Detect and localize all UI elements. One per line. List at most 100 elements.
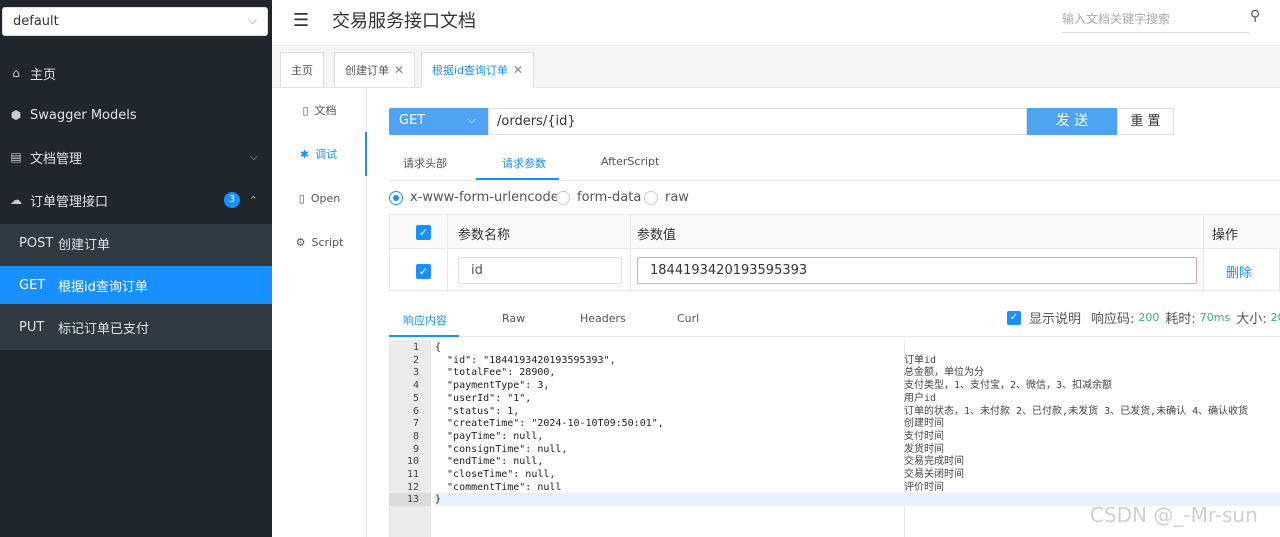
- sidebar-item-order-api[interactable]: ☁ 订单管理接口 3 ⌃: [0, 179, 272, 221]
- watermark: CSDN @_-Mr-sun: [1090, 503, 1258, 527]
- sidebar-item-label: 订单管理接口: [30, 194, 109, 210]
- header-param-name: 参数名称: [458, 228, 511, 243]
- nav-open[interactable]: ▯ Open: [272, 176, 367, 220]
- count-badge: 3: [224, 192, 240, 208]
- sidebar-item-swagger-models[interactable]: ⬢ Swagger Models: [0, 94, 272, 136]
- tab-after-script[interactable]: AfterScript: [601, 155, 659, 168]
- radio-dot: [389, 190, 403, 205]
- elapsed-time: 70ms: [1199, 311, 1231, 324]
- delete-link[interactable]: 删除: [1226, 262, 1252, 281]
- open-file-icon: ▯: [298, 191, 305, 205]
- menu-fold-icon[interactable]: ☰: [293, 10, 309, 31]
- show-desc-label: 显示说明: [1029, 312, 1082, 327]
- field-comment: 订单id: [904, 354, 937, 366]
- chevron-down-icon: ⌵: [247, 13, 257, 27]
- reset-button[interactable]: 重 置: [1117, 108, 1174, 135]
- nav-doc[interactable]: ▯ 文档: [272, 88, 367, 132]
- line-number: 5: [412, 392, 419, 404]
- tab-response-content[interactable]: 响应内容: [403, 312, 447, 328]
- radio-dot: [556, 190, 570, 205]
- size-label: 大小:: [1236, 312, 1267, 327]
- line-number: 3: [412, 367, 419, 379]
- tab-raw[interactable]: Raw: [502, 312, 525, 325]
- api-item-get-order[interactable]: GET 根据id查询订单: [0, 266, 272, 304]
- close-icon[interactable]: ✕: [513, 63, 523, 77]
- status-code: 200: [1138, 311, 1160, 324]
- param-name-input[interactable]: id: [458, 257, 622, 284]
- field-comment: 交易关闭时间: [904, 469, 964, 480]
- nav-script[interactable]: ⚙ Script: [272, 220, 367, 264]
- nav-debug[interactable]: ✱ 调试: [272, 132, 367, 176]
- radio-urlencoded[interactable]: x-www-form-urlencoded: [389, 190, 567, 205]
- line-number: 4: [412, 380, 419, 392]
- sidebar: default ⌵ ⌂ 主页 ⬢ Swagger Models ▤ 文档管理 ⌵…: [0, 0, 272, 537]
- field-comment: 交易完成时间: [904, 456, 964, 468]
- search-icon[interactable]: ⚲: [1250, 8, 1260, 24]
- field-comment: 评价时间: [904, 481, 944, 493]
- tab-home[interactable]: 主页: [280, 52, 324, 88]
- param-value-input[interactable]: 1844193420193595393: [637, 257, 1197, 284]
- header-operation: 操作: [1212, 228, 1239, 243]
- group-select[interactable]: default ⌵: [2, 7, 268, 36]
- api-method: PUT: [19, 319, 45, 335]
- url-input[interactable]: /orders/{id}: [488, 108, 1027, 135]
- response-size: 205: [1270, 311, 1280, 324]
- api-item-create-order[interactable]: POST 创建订单: [0, 224, 272, 262]
- tab-request-params[interactable]: 请求参数: [502, 155, 546, 171]
- radio-form-data[interactable]: form-data: [556, 190, 641, 205]
- close-icon[interactable]: ✕: [394, 63, 404, 77]
- select-all-checkbox[interactable]: ✓: [416, 225, 431, 240]
- line-number: 1: [412, 342, 419, 353]
- doc-icon: ▤: [10, 150, 22, 164]
- tab-bar: 主页 创建订单 ✕ 根据id查询订单 ✕: [272, 47, 1280, 88]
- api-method: GET: [19, 277, 46, 293]
- top-header: ☰ 交易服务接口文档 输入文档关键字搜索 ⚲: [272, 0, 1280, 46]
- show-desc-checkbox[interactable]: ✓: [1007, 310, 1021, 325]
- sidebar-item-label: 主页: [30, 67, 57, 83]
- request-tabs: 请求头部 请求参数 AfterScript: [389, 145, 1280, 181]
- field-comment: 总金额，单位为分: [904, 367, 984, 379]
- method-select[interactable]: GET ⌵: [389, 108, 488, 135]
- header-param-value: 参数值: [637, 228, 677, 243]
- line-number: 6: [412, 405, 419, 417]
- active-tab-indicator: [389, 335, 459, 337]
- params-table: ✓ 参数名称 参数值 操作 ✓ id 1844193420193595393 删…: [389, 214, 1280, 292]
- table-header: [390, 215, 1280, 249]
- api-item-mark-paid[interactable]: PUT 标记订单已支付: [0, 308, 272, 346]
- api-title: 创建订单: [58, 237, 111, 253]
- nav-label: Open: [310, 191, 341, 205]
- api-method: POST: [19, 235, 54, 251]
- sidebar-item-doc-manage[interactable]: ▤ 文档管理 ⌵: [0, 136, 272, 178]
- field-comment: 用户id: [904, 392, 937, 404]
- radio-raw[interactable]: raw: [644, 190, 689, 205]
- tab-curl[interactable]: Curl: [677, 312, 699, 325]
- body-type-radios: x-www-form-urlencoded form-data raw: [389, 190, 1280, 208]
- row-checkbox[interactable]: ✓: [416, 264, 431, 279]
- line-number: 9: [412, 443, 419, 455]
- line-number: 10: [406, 456, 419, 468]
- column-divider: [630, 215, 631, 292]
- tab-label: 主页: [291, 64, 313, 77]
- field-comment: 订单的状态，1、未付款 2、已付款,未发货 3、已发货,未确认 4、确认收货: [904, 405, 1249, 417]
- sidebar-item-label: Swagger Models: [30, 107, 137, 123]
- tab-create-order[interactable]: 创建订单 ✕: [334, 52, 416, 88]
- api-list: POST 创建订单 GET 根据id查询订单 PUT 标记订单已支付: [0, 224, 272, 350]
- page-title: 交易服务接口文档: [332, 11, 476, 32]
- time-label: 耗时:: [1165, 312, 1196, 327]
- file-icon: ▯: [302, 103, 309, 117]
- search-input[interactable]: 输入文档关键字搜索: [1062, 6, 1249, 33]
- tab-label: 创建订单: [345, 64, 389, 77]
- nav-label: 文档: [314, 104, 337, 117]
- group-select-value: default: [13, 14, 59, 29]
- send-button[interactable]: 发 送: [1027, 108, 1117, 135]
- tab-headers[interactable]: Headers: [580, 312, 626, 325]
- sidebar-item-home[interactable]: ⌂ 主页: [0, 52, 272, 94]
- line-number: 12: [406, 481, 419, 493]
- tab-request-headers[interactable]: 请求头部: [403, 155, 447, 171]
- line-gutter: 1 2 3 4 5 6 7 8 9 10 11 12 13: [389, 340, 431, 537]
- tab-get-order[interactable]: 根据id查询订单 ✕: [421, 52, 535, 88]
- radio-dot: [644, 190, 658, 205]
- code-icon: ⚙: [295, 235, 306, 249]
- cube-icon: ⬢: [10, 108, 22, 122]
- line-number: 7: [412, 418, 419, 430]
